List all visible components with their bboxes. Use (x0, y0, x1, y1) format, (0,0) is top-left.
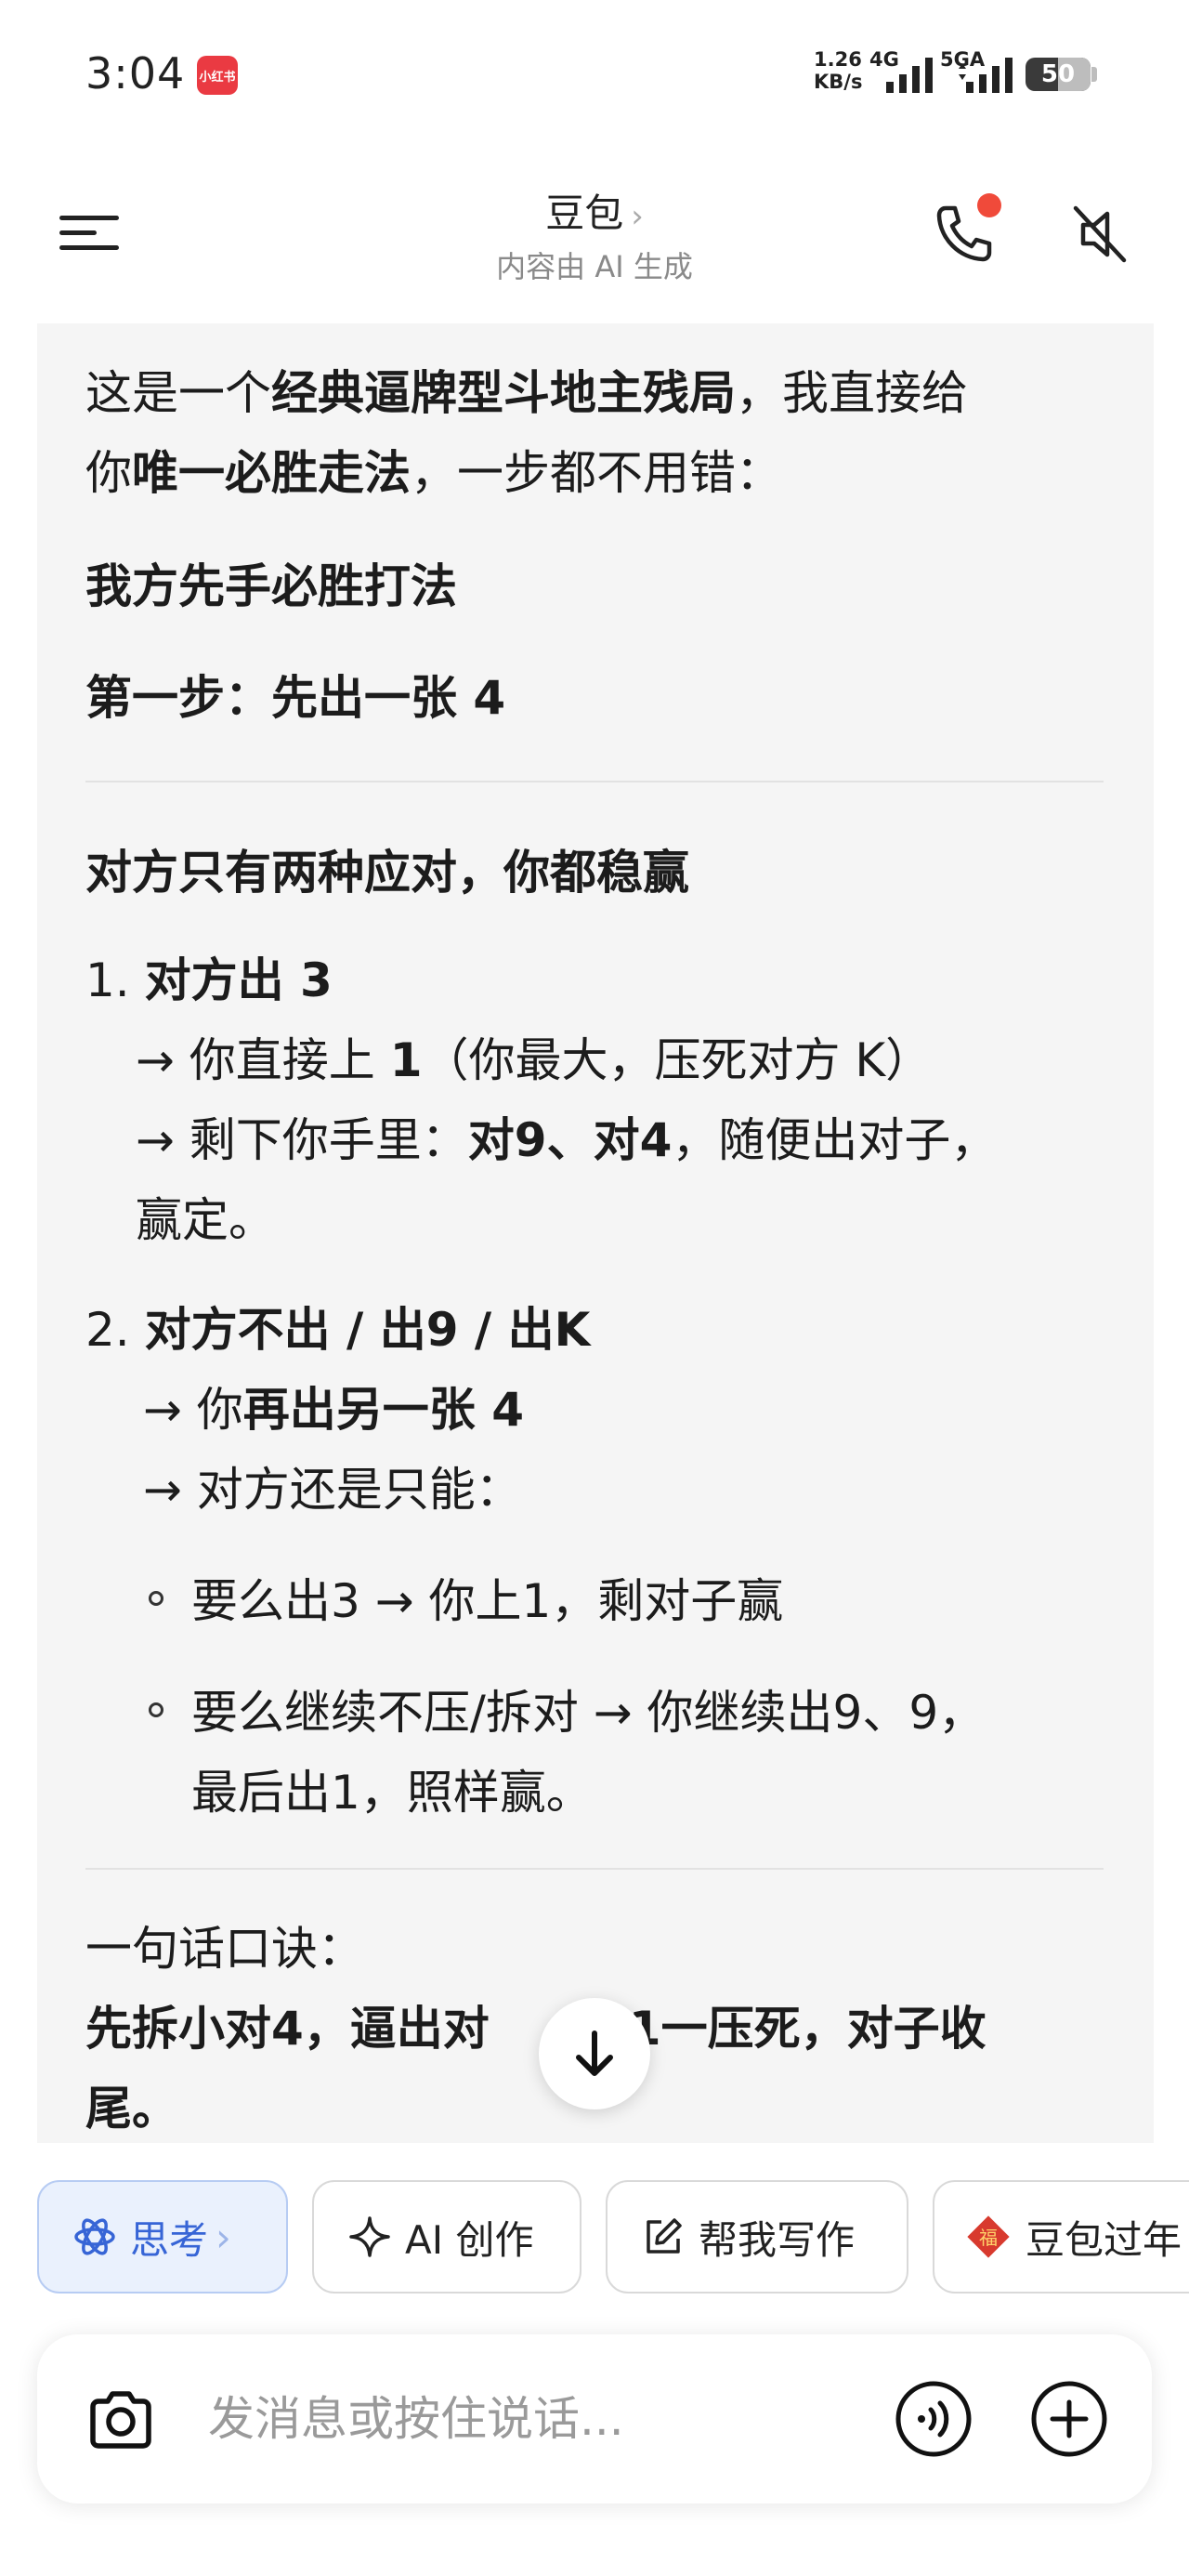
network-speed: 1.26 KB/s (814, 48, 862, 93)
battery-indicator: 50 (1026, 58, 1091, 91)
chip-label: 帮我写作 (699, 2216, 856, 2263)
bold-span: 对方不出 / 出9 / 出K (144, 1303, 591, 1357)
text-span: 这是一个 (85, 366, 271, 420)
heading-responses: 对方只有两种应对，你都稳赢 (85, 833, 1126, 913)
sub-list-item: 要么出3 → 你上1，剩对子赢 (85, 1561, 1126, 1641)
bold-span: 先拆小对4，逼出对 (85, 2002, 490, 2056)
arrow-down-icon (576, 2031, 613, 2076)
network-speed-unit: KB/s (814, 71, 863, 93)
list-item: 2. 对方不出 / 出9 / 出K → 你再出另一张 4 → 对方还是只能： 要… (85, 1290, 1126, 1833)
chip-label: AI 创作 (405, 2216, 534, 2263)
suggestion-chips: 思考 › AI 创作 帮我写作 福 豆包过年 (0, 2180, 1189, 2297)
list-line: → 对方还是只能： (143, 1463, 522, 1517)
bold-span: 我方先手必胜打法 (85, 559, 457, 613)
divider (85, 781, 1104, 782)
chip-doubao-new-year[interactable]: 福 豆包过年 (933, 2180, 1189, 2293)
text-span: ，一步都不用错： (411, 446, 782, 500)
sub-list-text: 要么继续不压/拆对 → 你继续出9、9， (191, 1686, 986, 1740)
heading-strategy: 我方先手必胜打法 (85, 546, 1126, 626)
list-line: → 你直接上 1（你最大，压死对方 K） (85, 1020, 1126, 1100)
bold-span: 对方只有两种应对，你都稳赢 (85, 846, 689, 900)
bold-span: 再出另一张 4 (242, 1383, 524, 1437)
bold-span: 经典逼牌型斗地主残局 (271, 366, 736, 420)
bold-span: 对方出 3 (144, 953, 333, 1007)
atom-icon (74, 2218, 115, 2255)
message-input[interactable] (206, 2372, 860, 2466)
plus-icon[interactable] (1029, 2379, 1109, 2459)
bold-span: 1 (389, 1033, 423, 1087)
chat-title-text: 豆包 (545, 191, 624, 236)
text-span: ，随便出对子， (672, 1113, 998, 1167)
voice-input-icon[interactable] (894, 2379, 973, 2459)
text-span: → 你直接上 (136, 1033, 390, 1087)
camera-icon[interactable] (84, 2383, 158, 2457)
bold-span: 唯一必胜走法 (132, 446, 411, 500)
bold-span: 尾。 (85, 2082, 178, 2136)
bullet-icon (149, 1591, 163, 1606)
chat-title[interactable]: 豆包 › (0, 182, 1189, 239)
sub-list-item: 要么继续不压/拆对 → 你继续出9、9， 最后出1，照样赢。 (85, 1673, 1126, 1833)
scroll-to-bottom-button[interactable] (539, 1998, 650, 2109)
step-one: 第一步：先出一张 4 (85, 658, 1126, 738)
signal-strength-icon (886, 58, 933, 93)
fu-icon: 福 (967, 2215, 1010, 2258)
text-span: （你最大，压死对方 K） (422, 1033, 933, 1087)
chat-subtitle: 内容由 AI 生成 (496, 249, 693, 284)
chip-ai-create[interactable]: AI 创作 (312, 2180, 581, 2293)
status-bar: 3:04 小红书 1.26 KB/s 4G 5GA 50 (0, 0, 1189, 149)
chevron-right-icon: › (216, 2214, 231, 2260)
chip-think[interactable]: 思考 › (37, 2180, 288, 2293)
status-time: 3:04 (85, 48, 186, 99)
text-span: 你 (85, 446, 132, 500)
list-item-title: 2. 对方不出 / 出9 / 出K (85, 1290, 1126, 1370)
list-item: 1. 对方出 3 → 你直接上 1（你最大，压死对方 K） → 剩下你手里：对9… (85, 940, 1126, 1260)
notification-dot (977, 193, 1001, 217)
list-line: → 你再出另一张 4 (85, 1370, 1126, 1450)
text-span: → 你 (143, 1383, 243, 1437)
intro-paragraph: 这是一个经典逼牌型斗地主残局，我直接给 你唯一必胜走法，一步都不用错： (85, 353, 1126, 513)
sub-list-text: 最后出1，照样赢。 (191, 1766, 593, 1820)
edit-icon (647, 2218, 682, 2254)
xiaohongshu-app-icon: 小红书 (197, 56, 238, 95)
bullet-icon (149, 1702, 163, 1717)
battery-tip (1091, 67, 1097, 82)
list-line: → 剩下你手里：对9、对4，随便出对子， (85, 1100, 1126, 1180)
list-item-title: 1. 对方出 3 (85, 940, 1126, 1020)
signal-strength-icon (959, 58, 1013, 93)
bold-span: 1一压死，对子收 (628, 2002, 986, 2056)
message-input-bar (37, 2334, 1152, 2504)
chevron-right-icon: › (631, 198, 644, 235)
list-number: 2. (85, 1303, 130, 1357)
bold-span: 对9、对4 (467, 1113, 673, 1167)
sparkle-icon (349, 2216, 390, 2257)
list-line: 赢定。 (136, 1193, 275, 1247)
list-number: 1. (85, 953, 130, 1007)
motto-label: 一句话口诀： (85, 1922, 364, 1976)
divider (85, 1868, 1104, 1870)
network-speed-value: 1.26 (814, 48, 862, 71)
text-span: → 剩下你手里： (136, 1113, 468, 1167)
battery-level: 50 (1040, 60, 1076, 88)
ai-message-content: 这是一个经典逼牌型斗地主残局，我直接给 你唯一必胜走法，一步都不用错： 我方先手… (85, 353, 1126, 2149)
text-span: ，我直接给 (736, 366, 968, 420)
chip-help-write[interactable]: 帮我写作 (606, 2180, 908, 2293)
svg-text:福: 福 (979, 2227, 998, 2249)
sub-list-text: 要么出3 → 你上1，剩对子赢 (191, 1574, 784, 1628)
bold-span: 第一步：先出一张 4 (85, 671, 506, 725)
chip-label: 思考 (130, 2216, 209, 2263)
chip-label: 豆包过年 (1026, 2216, 1182, 2263)
speaker-mute-icon[interactable] (1065, 199, 1135, 269)
